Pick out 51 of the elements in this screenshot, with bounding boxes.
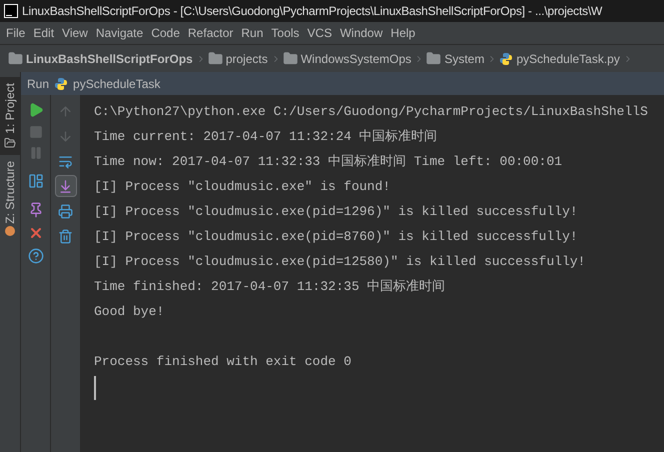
trash-icon [58,228,73,244]
console-line: Time current: 2017-04-07 11:32:24 中国标准时间 [94,128,438,146]
menu-item[interactable]: Edit [29,24,58,42]
menu-item[interactable]: Navigate [92,24,148,42]
folder-icon [426,51,442,66]
menu-item[interactable]: File [2,24,30,42]
menu-item[interactable]: VCS [303,24,336,42]
printer-icon [58,204,73,218]
text-cursor [94,376,96,400]
help-icon[interactable] [28,248,44,264]
menu-item[interactable]: Refactor [184,24,238,42]
menu-item[interactable]: View [58,24,92,42]
breadcrumb-item[interactable]: pyScheduleTask.py [499,50,633,68]
console-line: [I] Process "cloudmusic.exe(pid=1296)" is killed successfully! [94,203,578,221]
console-line: Process finished with exit code 0 [94,353,352,371]
wrap-icon [58,154,73,168]
menu-item[interactable]: Code [147,24,184,42]
console-line: [I] Process "cloudmusic.exe" is found! [94,178,390,196]
folder-icon [4,136,16,149]
app-logo-icon [4,4,18,18]
down-arrow-icon [58,128,73,144]
breadcrumb-item[interactable]: WindowsSystemOps [282,50,424,68]
scroll-down-icon [58,178,73,194]
run-panel-label: Run [27,76,50,92]
pin-icon[interactable] [28,202,44,218]
run-icon[interactable] [28,102,44,118]
run-config-tab[interactable]: pyScheduleTask [73,74,160,92]
folder-icon [208,51,223,66]
console-line: [I] Process "cloudmusic.exe(pid=12580)" is killed successfully! [94,253,586,271]
console-line: Time now: 2017-04-07 11:32:33 中国标准时间 Time left: 00:00:01 [94,153,562,171]
menu-item[interactable]: Window [336,24,387,42]
console-line: Time finished: 2017-04-07 11:32:35 中国标准时间 [94,278,446,296]
side-tab[interactable]: 1: Project [0,77,20,155]
console-line: C:\Python27\python.exe C:/Users/Guodong/PycharmProjects/LinuxBashShellS [94,103,648,121]
breadcrumb-item[interactable]: projects [208,50,281,68]
python-icon [54,76,68,90]
menu-item[interactable]: Tools [267,24,304,42]
layout-icon[interactable] [28,173,44,189]
scroll-to-end-button[interactable] [54,175,76,197]
menu-item[interactable]: Run [237,24,268,42]
window-title: LinuxBashShellScriptForOps - [C:\Users\Guodong\PycharmProjects\LinuxBashShellScriptForOps] - ...\projects\W [22,3,602,20]
menu-item[interactable]: Help [386,24,420,42]
console-line: Good bye! [94,303,164,321]
python-file-icon [499,52,514,66]
side-tab[interactable]: Z: Structure [0,154,20,242]
breadcrumb-item[interactable]: System [426,50,498,68]
structure-icon [5,226,15,236]
folder-icon [282,51,298,66]
folder-icon [8,51,23,66]
breadcrumb-item[interactable]: LinuxBashShellScriptForOps [8,50,206,68]
console-line: [I] Process "cloudmusic.exe(pid=8760)" is killed successfully! [94,228,578,246]
